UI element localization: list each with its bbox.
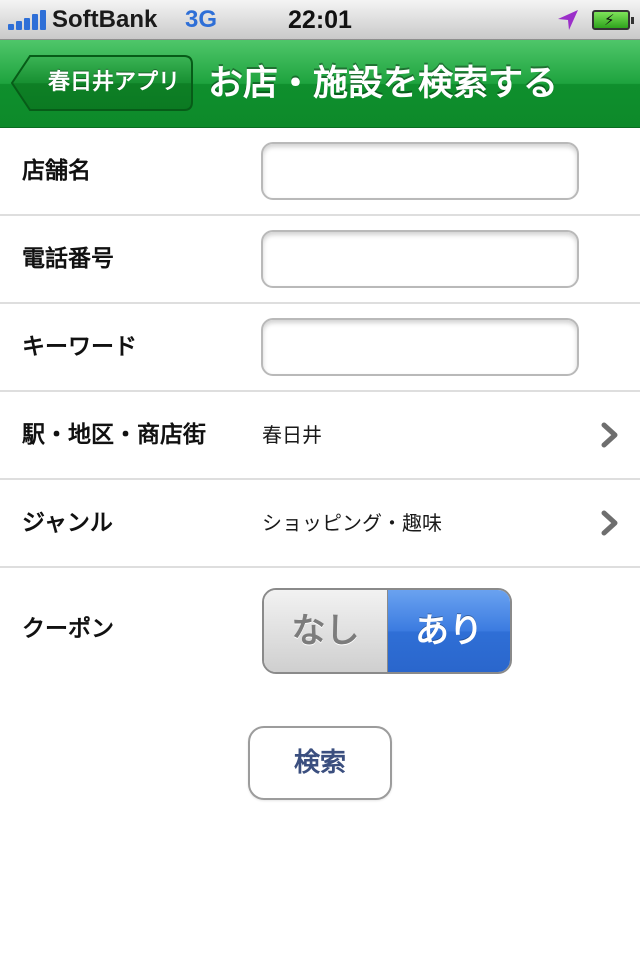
phone-number-label: 電話番号 — [22, 246, 114, 272]
row-keyword: キーワード — [0, 304, 640, 392]
search-button[interactable]: 検索 — [248, 726, 392, 800]
navigation-bar: 春日井アプリ お店・施設を検索する — [0, 40, 640, 128]
page-title: お店・施設を検索する — [208, 64, 559, 104]
battery-charging-icon: ⚡ — [592, 10, 634, 30]
keyword-label: キーワード — [22, 334, 137, 360]
area-value: 春日井 — [262, 423, 322, 447]
phone-number-input[interactable] — [261, 230, 579, 288]
coupon-option-available[interactable]: あり — [388, 590, 510, 672]
coupon-option-none[interactable]: なし — [264, 590, 388, 672]
back-button-label: 春日井アプリ — [47, 70, 180, 95]
row-genre-select[interactable]: ジャンル ショッピング・趣味 — [0, 480, 640, 568]
chevron-right-icon — [601, 422, 618, 448]
coupon-label: クーポン — [22, 616, 114, 642]
keyword-input[interactable] — [261, 318, 579, 376]
store-name-input[interactable] — [261, 142, 579, 200]
chevron-right-icon — [601, 510, 618, 536]
row-phone-number: 電話番号 — [0, 216, 640, 304]
location-arrow-icon — [558, 10, 578, 30]
genre-value: ショッピング・趣味 — [262, 511, 442, 535]
genre-label: ジャンル — [22, 510, 113, 536]
store-name-label: 店舗名 — [22, 158, 91, 184]
status-bar: SoftBank 3G 22:01 ⚡ — [0, 0, 640, 40]
coupon-segmented-control: なし あり — [262, 588, 512, 674]
back-button[interactable]: 春日井アプリ — [10, 54, 194, 112]
area-label: 駅・地区・商店街 — [22, 422, 206, 448]
row-area-select[interactable]: 駅・地区・商店街 春日井 — [0, 392, 640, 480]
row-store-name: 店舗名 — [0, 128, 640, 216]
status-time: 22:01 — [288, 6, 352, 34]
